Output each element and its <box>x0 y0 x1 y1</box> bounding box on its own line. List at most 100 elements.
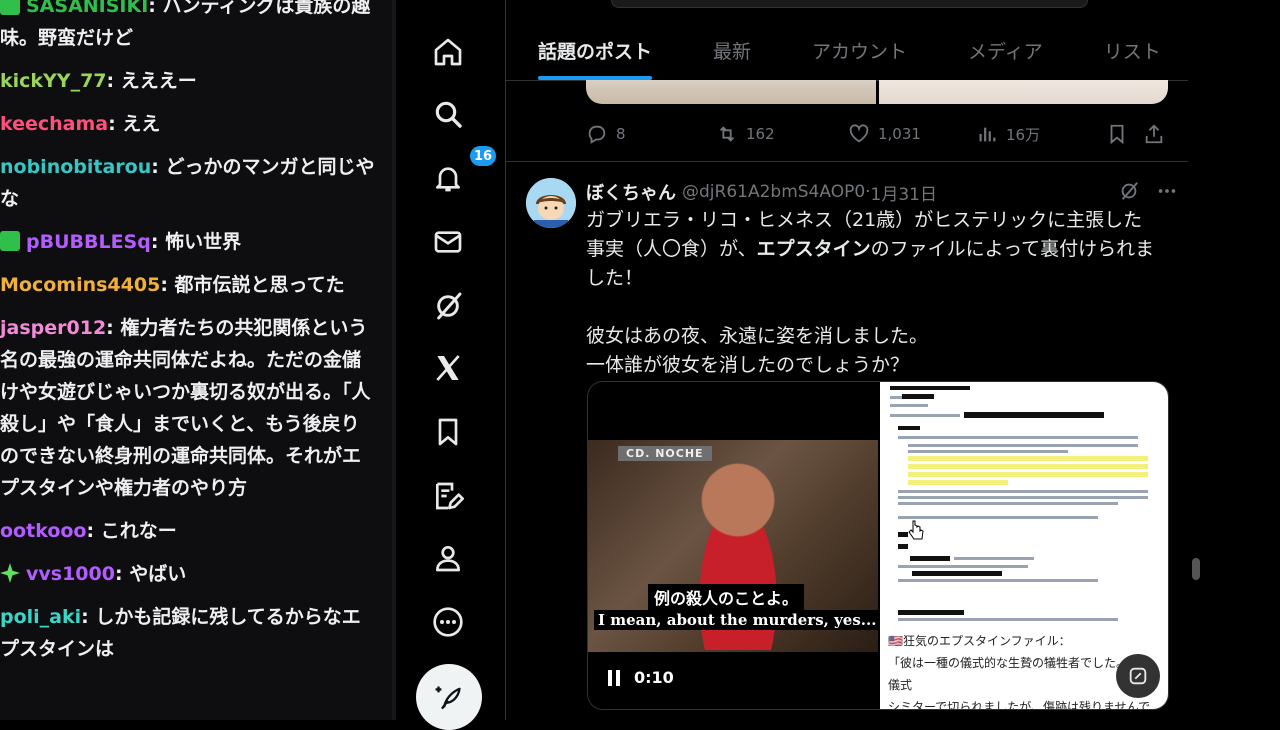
reply-button[interactable]: 8 <box>586 118 626 150</box>
tab-media[interactable]: メディア <box>968 20 1043 80</box>
share-button[interactable] <box>1143 118 1173 150</box>
chat-text: ええ <box>122 113 161 135</box>
previous-post-media[interactable] <box>586 80 1168 104</box>
previous-post-actions: 8 162 1,031 16万 <box>586 118 1168 150</box>
grok-image-button[interactable] <box>1116 654 1160 698</box>
search-icon[interactable] <box>426 92 470 136</box>
home-icon[interactable] <box>426 30 470 74</box>
chat-message: SASANISIKI: ハンティングは貴族の趣味。野蛮だけど <box>0 0 380 54</box>
chat-message: ootkooo: これなー <box>0 520 177 542</box>
views-button[interactable]: 16万 <box>976 118 1040 150</box>
chat-message: jasper012: 権力者たちの共犯関係という名の最強の運命共同体だよね。ただ… <box>0 317 371 499</box>
tab-latest[interactable]: 最新 <box>713 20 751 80</box>
subscriber-badge-icon[interactable] <box>0 0 20 15</box>
reply-icon <box>588 125 606 144</box>
timeline-tabs: 話題のポスト 最新 アカウント メディア リスト <box>506 20 1188 81</box>
views-icon <box>979 127 996 142</box>
chat-username[interactable]: jasper012 <box>0 317 106 339</box>
chat-text: やばい <box>129 563 187 585</box>
share-icon <box>1145 124 1163 144</box>
heart-icon <box>849 124 869 143</box>
repost-icon <box>719 126 735 142</box>
author-handle[interactable]: @djR61A2bmS4AOP0 <box>682 182 865 202</box>
chat-message: Mocomins4405: 都市伝説と思ってた <box>0 274 345 296</box>
chat-message: poli_aki: しかも記録に残してるからなエプスタインは <box>0 606 361 660</box>
chat-panel: SASANISIKI: ハンティングは貴族の趣味。野蛮だけど kickYY_77:… <box>0 0 392 720</box>
tweet-date[interactable]: 1月31日 <box>871 180 937 205</box>
video-player-edge <box>611 0 1088 8</box>
tweet-header: ぼくちゃん @djR61A2bmS4AOP0 · 1月31日 <box>586 176 1176 208</box>
author-name[interactable]: ぼくちゃん <box>586 179 676 205</box>
timeline-column: 話題のポスト 最新 アカウント メディア リスト 8 162 1,031 16万 <box>505 0 1189 720</box>
chat-message: nobinobitarou: どっかのマンガと同じやな <box>0 156 375 210</box>
chat-text: これなー <box>100 520 177 542</box>
video-subtitle-en: I mean, about the murders, yes... <box>594 610 881 630</box>
bookmark-icon <box>1110 124 1124 145</box>
grok-icon[interactable] <box>426 284 470 328</box>
more-icon[interactable] <box>426 600 470 644</box>
grok-edit-icon <box>1129 667 1147 685</box>
reply-count: 8 <box>616 125 626 143</box>
chat-text: 権力者たちの共犯関係という名の最強の運命共同体だよね。ただの金儲けや女遊びじゃい… <box>0 317 371 499</box>
tweet-media: CD. NOCHE 例の殺人のことよ。 I mean, about the mu… <box>587 381 1169 710</box>
video-time: 0:10 <box>634 668 674 687</box>
x-premium-icon[interactable] <box>426 346 470 390</box>
tab-lists[interactable]: リスト <box>1104 20 1161 80</box>
grok-icon[interactable] <box>1118 180 1140 202</box>
like-count: 1,031 <box>878 125 921 143</box>
notifications-icon[interactable]: 16 <box>426 146 496 200</box>
avatar[interactable] <box>526 178 576 228</box>
right-sidebar <box>1188 0 1280 720</box>
tweet-header-actions <box>1118 180 1178 202</box>
chat-message: vvs1000: やばい <box>0 558 380 590</box>
video-player[interactable]: CD. NOCHE 例の殺人のことよ。 I mean, about the mu… <box>588 382 881 709</box>
subscriber-badge-icon[interactable] <box>0 231 20 251</box>
tweet-text-bold: エプスタイン <box>756 238 871 260</box>
repost-count: 162 <box>746 125 775 143</box>
compose-icon <box>435 686 461 710</box>
chat-username[interactable]: nobinobitarou <box>0 156 151 178</box>
more-options-icon[interactable] <box>1156 180 1178 202</box>
hand-cursor-icon <box>908 520 924 540</box>
chat-username[interactable]: pBUBBLESq <box>26 231 151 253</box>
tweet-text-paragraph-3: 一体誰が彼女を消したのでしょうか？ <box>586 354 910 376</box>
notification-count-badge: 16 <box>470 146 496 166</box>
repost-button[interactable]: 162 <box>716 118 775 150</box>
tweet-text-paragraph-2: 彼女はあの夜、永遠に姿を消しました。 <box>586 325 929 347</box>
chat-message-list: SASANISIKI: ハンティングは貴族の趣味。野蛮だけど kickYY_77:… <box>0 0 380 676</box>
chat-username[interactable]: keechama <box>0 113 108 135</box>
pause-icon[interactable] <box>608 669 622 686</box>
star-badge-icon[interactable] <box>0 563 20 583</box>
chat-username[interactable]: kickYY_77 <box>0 70 107 92</box>
bookmark-button[interactable] <box>1106 118 1136 150</box>
chat-username[interactable]: poli_aki <box>0 606 81 628</box>
articles-icon[interactable] <box>426 474 470 518</box>
chat-text: 怖い世界 <box>165 231 242 253</box>
chat-message: pBUBBLESq: 怖い世界 <box>0 226 380 258</box>
tab-accounts[interactable]: アカウント <box>812 20 907 80</box>
view-count: 16万 <box>1006 125 1041 144</box>
chat-username[interactable]: vvs1000 <box>26 563 115 585</box>
scrollbar-thumb[interactable] <box>1192 558 1200 580</box>
post-button[interactable] <box>416 664 482 730</box>
chat-text: えええー <box>120 70 197 92</box>
tweet-text: ガブリエラ・リコ・ヒメネス（21歳）がヒステリックに主張した事実（人〇食）が、エ… <box>586 206 1161 380</box>
chat-username[interactable]: ootkooo <box>0 520 86 542</box>
video-channel-tag: CD. NOCHE <box>618 446 712 461</box>
chat-username[interactable]: SASANISIKI <box>26 0 148 17</box>
profile-icon[interactable] <box>426 536 470 580</box>
chat-message: kickYY_77: えええー <box>0 70 197 92</box>
bookmarks-icon[interactable] <box>426 410 470 454</box>
chat-text: 都市伝説と思ってた <box>174 274 345 296</box>
chat-username[interactable]: Mocomins4405 <box>0 274 160 296</box>
left-navigation: 16 <box>396 0 504 730</box>
like-button[interactable]: 1,031 <box>848 118 921 150</box>
video-controls: 0:10 <box>608 668 674 687</box>
tweet-text-paragraph-1: ガブリエラ・リコ・ヒメネス（21歳）がヒステリックに主張した事実（人〇食）が、エ… <box>586 209 1155 289</box>
document-image[interactable]: 🇺🇸狂気のエプスタインファイル： 「彼は一種の儀式的な生贄の犠牲者でした。その儀… <box>880 382 1168 709</box>
post-divider <box>506 161 1188 162</box>
video-subtitle-ja: 例の殺人のことよ。 <box>648 584 805 610</box>
chat-message: keechama: ええ <box>0 113 161 135</box>
tab-top-posts[interactable]: 話題のポスト <box>538 20 653 80</box>
messages-icon[interactable] <box>426 220 470 264</box>
